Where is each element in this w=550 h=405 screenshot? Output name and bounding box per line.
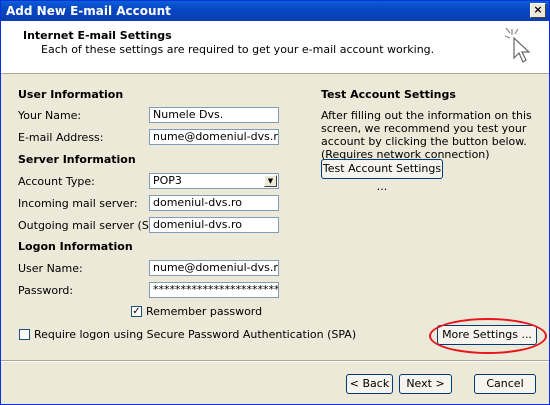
dialog-header: Internet E-mail Settings Each of these s… xyxy=(1,21,549,74)
incoming-server-field[interactable]: domeniul-dvs.ro xyxy=(149,195,279,211)
remember-password-label: Remember password xyxy=(146,305,263,318)
title-bar[interactable]: Add New E-mail Account × xyxy=(1,1,549,21)
test-account-heading: Test Account Settings xyxy=(321,88,456,101)
header-title: Internet E-mail Settings xyxy=(23,29,172,42)
back-button[interactable]: < Back xyxy=(346,374,393,394)
incoming-label: Incoming mail server: xyxy=(18,197,138,210)
user-info-heading: User Information xyxy=(18,88,124,101)
password-label: Password: xyxy=(18,284,74,297)
email-field[interactable]: nume@domeniul-dvs.ro xyxy=(149,129,279,145)
name-label: Your Name: xyxy=(18,109,82,122)
highlight-ring xyxy=(429,318,547,354)
username-label: User Name: xyxy=(18,262,83,275)
footer-divider xyxy=(1,360,549,362)
cancel-button[interactable]: Cancel xyxy=(474,374,536,394)
spa-label: Require logon using Secure Password Auth… xyxy=(34,328,357,341)
account-type-value: POP3 xyxy=(153,174,182,187)
email-label: E-mail Address: xyxy=(18,131,104,144)
username-field[interactable]: nume@domeniul-dvs.ro xyxy=(149,260,279,276)
spa-checkbox[interactable] xyxy=(19,329,30,340)
close-button[interactable]: × xyxy=(530,3,546,18)
window-title: Add New E-mail Account xyxy=(6,4,171,18)
account-type-select[interactable]: POP3 ▼ xyxy=(149,173,279,189)
server-info-heading: Server Information xyxy=(18,153,136,166)
name-field[interactable]: Numele Dvs. xyxy=(149,107,279,123)
header-subtitle: Each of these settings are required to g… xyxy=(41,43,435,56)
account-type-label: Account Type: xyxy=(18,175,95,188)
logon-info-heading: Logon Information xyxy=(18,240,133,253)
test-account-description: After filling out the information on thi… xyxy=(321,109,532,161)
pointer-sparkle-icon xyxy=(504,27,531,63)
outgoing-server-field[interactable]: domeniul-dvs.ro xyxy=(149,217,279,233)
test-account-settings-button[interactable]: Test Account Settings ... xyxy=(321,159,443,193)
dropdown-arrow-icon[interactable]: ▼ xyxy=(264,175,277,187)
dialog-window: Add New E-mail Account × Internet E-mail… xyxy=(0,0,550,405)
password-field[interactable]: ************************ xyxy=(149,282,279,298)
next-button[interactable]: Next > xyxy=(399,374,452,394)
remember-password-checkbox[interactable]: ✓ xyxy=(131,306,142,317)
